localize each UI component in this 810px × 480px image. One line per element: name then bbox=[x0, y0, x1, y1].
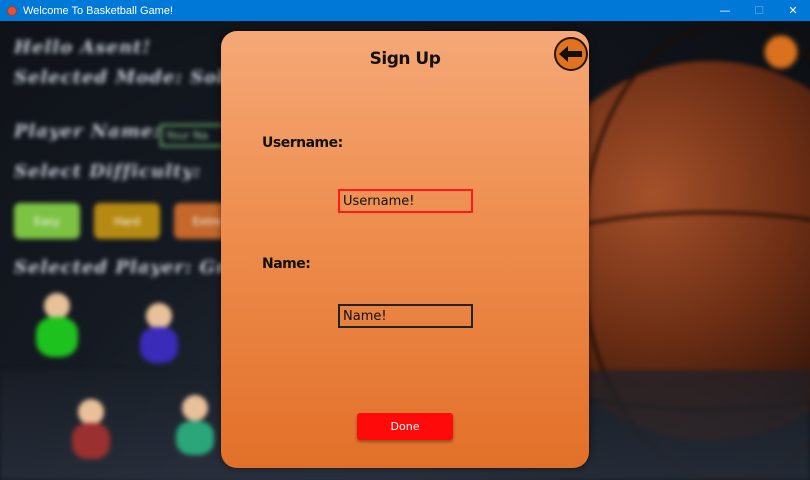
window-controls: — ☐ ✕ bbox=[708, 0, 810, 21]
maximize-button[interactable]: ☐ bbox=[742, 0, 776, 21]
player-purple bbox=[128, 301, 188, 381]
player-green bbox=[26, 291, 86, 371]
username-label: Username: bbox=[262, 135, 343, 151]
bg-select-difficulty: Select Difficulty: bbox=[14, 161, 202, 182]
player-red bbox=[62, 397, 122, 477]
name-input[interactable] bbox=[338, 304, 473, 328]
sign-up-dialog: Sign Up Username: Name: Done bbox=[221, 31, 589, 468]
back-button[interactable] bbox=[554, 37, 588, 71]
minimize-button[interactable]: — bbox=[708, 0, 742, 21]
arrow-left-icon bbox=[559, 46, 582, 62]
done-button[interactable]: Done bbox=[357, 413, 453, 440]
bg-easy-button: Easy bbox=[14, 203, 80, 239]
close-button[interactable]: ✕ bbox=[776, 0, 810, 21]
dialog-title: Sign Up bbox=[369, 49, 441, 69]
player-teal bbox=[166, 393, 226, 473]
bg-hard-button: Hard bbox=[94, 203, 160, 239]
bg-selected-mode: Selected Mode: Solo bbox=[14, 67, 239, 88]
bg-back-button bbox=[763, 34, 799, 70]
window-title: Welcome To Basketball Game! bbox=[23, 4, 173, 17]
bg-player-name-input: Your Na bbox=[160, 124, 230, 147]
name-label: Name: bbox=[262, 256, 311, 272]
bg-greeting: Hello Asent! bbox=[14, 37, 152, 58]
window-titlebar: Welcome To Basketball Game! — ☐ ✕ bbox=[0, 0, 810, 21]
bg-player-name-label: Player Name: bbox=[14, 121, 161, 142]
username-input[interactable] bbox=[338, 189, 473, 213]
app-icon bbox=[7, 5, 17, 16]
